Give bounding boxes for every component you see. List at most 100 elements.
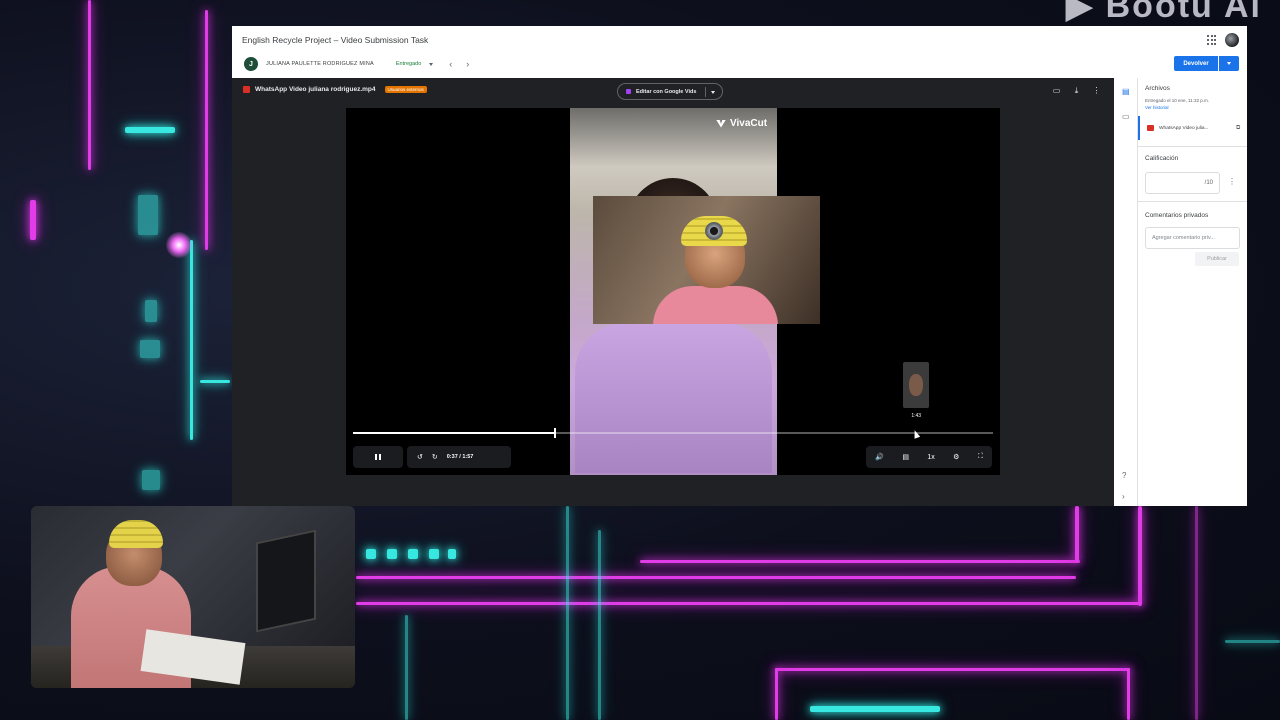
rewind-10-icon[interactable]: ↺: [417, 453, 423, 461]
chevron-down-icon: [1227, 62, 1231, 65]
viewer-file-title: WhatsApp Video juliana rodriguez.mp4 Usu…: [243, 86, 427, 93]
comment-icon[interactable]: ▭: [1052, 86, 1061, 96]
seek-bar[interactable]: [353, 428, 993, 438]
chevron-down-icon: [429, 62, 434, 66]
video-frame-inset: [593, 196, 820, 324]
inset-goggle-icon: [705, 222, 723, 240]
neon-line: [190, 240, 193, 440]
divider: [705, 87, 706, 97]
neon-bar: [810, 706, 940, 712]
external-users-badge: Usuarios externos: [384, 86, 427, 93]
neon-line: [598, 530, 601, 720]
vivacut-logo-icon: [716, 119, 726, 128]
neon-square: [387, 549, 397, 559]
google-classroom-window: English Recycle Project – Video Submissi…: [232, 26, 1247, 506]
download-icon[interactable]: ⤓: [1072, 86, 1081, 96]
neon-square: [429, 549, 439, 559]
file-viewer: WhatsApp Video juliana rodriguez.mp4 Usu…: [232, 78, 1114, 506]
neon-line: [640, 560, 1080, 563]
status-dropdown[interactable]: Entregado: [395, 61, 434, 67]
neon-line: [1195, 506, 1198, 720]
divider: [1138, 146, 1247, 147]
expand-panel-icon[interactable]: ›: [1122, 492, 1125, 501]
video-player[interactable]: VivaCut 1:43 ↺ ↻ 0:37 / 1:57 🔊 ▤ 1x ⚙ ⛶: [346, 108, 1000, 475]
neon-line: [88, 0, 91, 170]
student-selector: J JULIANA PAULETTE RODRIGUEZ MINA Entreg…: [244, 56, 469, 72]
files-heading: Archivos: [1145, 85, 1170, 92]
neon-glyph: [142, 470, 160, 490]
vivacut-label: VivaCut: [730, 118, 768, 129]
neon-bar: [125, 127, 175, 133]
status-label: Entregado: [395, 61, 422, 67]
attached-file-item[interactable]: WhatsApp Video julia... ⧉: [1138, 116, 1247, 140]
neon-bar: [30, 200, 36, 240]
captions-icon[interactable]: ▤: [902, 453, 909, 461]
neon-line: [1138, 506, 1142, 606]
seek-preview-thumbnail: [903, 362, 930, 408]
student-avatar: J: [244, 57, 258, 71]
neon-line: [775, 668, 778, 720]
apps-grid-icon[interactable]: [1207, 35, 1217, 45]
neon-line: [356, 602, 1141, 605]
private-comment-input[interactable]: Agregar comentario priv...: [1145, 227, 1240, 249]
neon-line: [566, 506, 569, 720]
google-vids-icon: [626, 89, 631, 94]
playback-speed-button[interactable]: 1x: [927, 454, 934, 461]
seek-preview-time: 1:43: [911, 413, 922, 419]
help-icon[interactable]: ?: [1122, 471, 1126, 480]
chevron-down-icon[interactable]: [711, 91, 715, 94]
grade-heading: Calificación: [1145, 155, 1179, 162]
fullscreen-icon[interactable]: ⛶: [978, 453, 983, 461]
forward-10-icon[interactable]: ↻: [432, 453, 438, 461]
volume-icon[interactable]: 🔊: [875, 453, 884, 461]
previous-student-icon[interactable]: ‹: [449, 59, 452, 69]
playback-controls: ↺ ↻ 0:37 / 1:57: [353, 446, 513, 468]
next-student-icon[interactable]: ›: [466, 59, 469, 69]
grade-more-icon[interactable]: ⋮: [1228, 177, 1236, 186]
neon-line: [1075, 506, 1079, 562]
files-tab-icon[interactable]: ▤: [1122, 87, 1130, 96]
streamer-webcam: [31, 506, 355, 688]
settings-gear-icon[interactable]: ⚙: [953, 453, 959, 461]
video-file-icon: [243, 86, 250, 93]
player-settings-controls: 🔊 ▤ 1x ⚙ ⛶: [866, 446, 992, 468]
submitted-timestamp: Entregado el 10 ene, 11:32 p.m.: [1145, 98, 1209, 103]
assignment-title: English Recycle Project – Video Submissi…: [242, 35, 429, 45]
return-button[interactable]: Devolver: [1174, 56, 1218, 71]
neon-glyph: [138, 195, 158, 235]
attached-file-name: WhatsApp Video julia...: [1159, 125, 1209, 131]
video-file-icon: [1147, 125, 1154, 131]
webcam-minion-hat: [109, 520, 163, 548]
more-vert-icon[interactable]: ⋮: [1092, 86, 1101, 96]
neon-glyph: [145, 300, 157, 322]
view-history-link[interactable]: Ver historial: [1145, 105, 1169, 110]
brand-logo: ▶ Bootu Ai: [1066, 0, 1262, 25]
edit-with-vids-button[interactable]: Editar con Google Vids: [617, 83, 723, 100]
viewer-actions: ▭ ⤓ ⋮: [1052, 86, 1101, 96]
neon-line: [356, 576, 1076, 579]
pause-icon: [375, 454, 381, 460]
return-options-button[interactable]: [1219, 56, 1239, 71]
publish-button[interactable]: Publicar: [1195, 252, 1239, 266]
account-avatar-icon[interactable]: [1225, 33, 1239, 47]
comments-tab-icon[interactable]: ▭: [1122, 112, 1130, 121]
time-readout: 0:37 / 1:57: [446, 454, 474, 460]
edit-with-vids-label: Editar con Google Vids: [636, 88, 697, 95]
student-name[interactable]: JULIANA PAULETTE RODRIGUEZ MINA: [266, 61, 374, 67]
side-rail: ▤ ▭ ? ›: [1114, 78, 1138, 506]
webcam-monitor: [256, 529, 316, 633]
glow-dot: [166, 232, 192, 258]
open-in-new-icon[interactable]: ⧉: [1236, 125, 1240, 132]
current-time: 0:37: [446, 454, 458, 460]
neon-square: [448, 549, 456, 559]
grade-input[interactable]: /10: [1145, 172, 1220, 194]
neon-line: [205, 10, 208, 250]
neon-line: [1127, 668, 1130, 720]
pause-button[interactable]: [353, 446, 403, 468]
video-person-shirt: [575, 323, 772, 473]
private-comments-heading: Comentarios privados: [1145, 212, 1209, 219]
grade-suffix: /10: [1204, 180, 1213, 186]
grading-panel: Archivos Entregado el 10 ene, 11:32 p.m.…: [1138, 78, 1247, 506]
seek-bar-handle[interactable]: [554, 428, 557, 438]
neon-line: [775, 668, 1130, 671]
